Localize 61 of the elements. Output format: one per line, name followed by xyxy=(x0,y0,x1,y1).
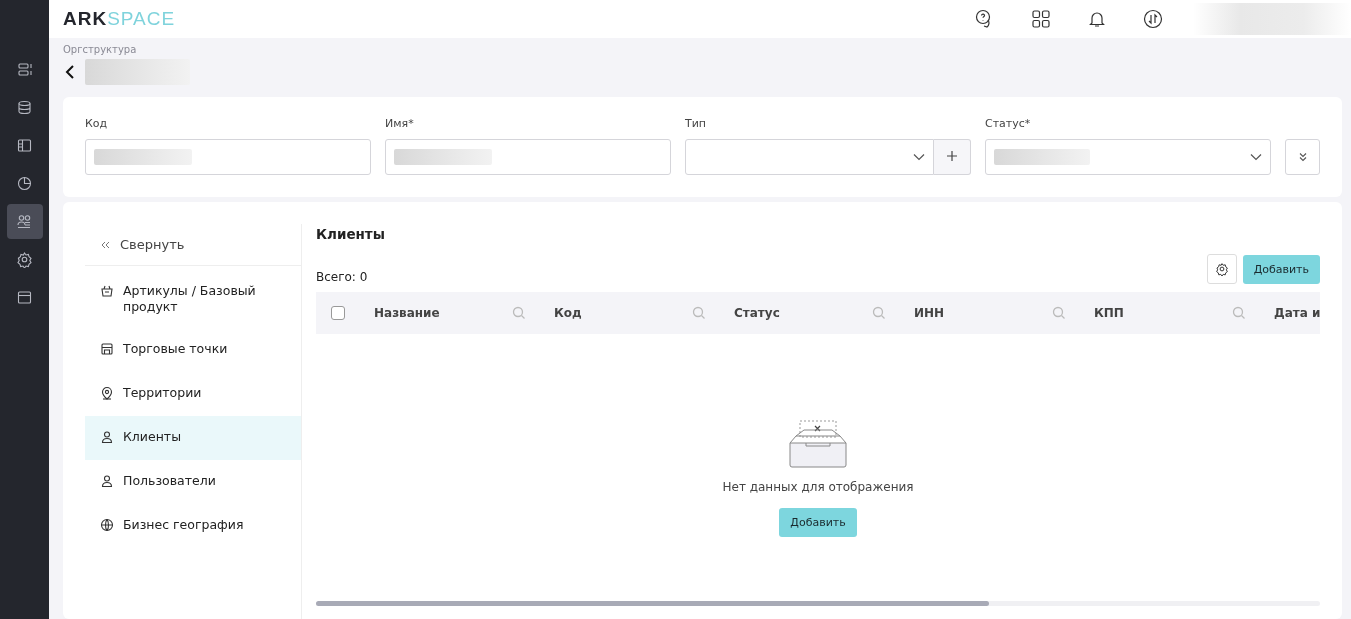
total-count: Всего: 0 xyxy=(316,270,368,284)
basket-icon xyxy=(100,284,114,298)
nav-item[interactable]: Клиенты xyxy=(85,416,301,460)
column-header[interactable]: ИНН xyxy=(914,306,945,320)
bell-icon[interactable] xyxy=(1088,10,1106,28)
nav-item[interactable]: Пользователи xyxy=(85,460,301,504)
add-type-button[interactable] xyxy=(934,139,971,175)
select-field[interactable] xyxy=(985,139,1271,175)
text-field[interactable] xyxy=(385,139,671,175)
nav-item[interactable]: Артикулы / Базовый продукт xyxy=(85,270,301,328)
sync-icon[interactable] xyxy=(1143,9,1163,29)
empty-message: Нет данных для отображения xyxy=(722,480,914,494)
apps-grid-icon[interactable] xyxy=(1032,10,1050,28)
section-title: Клиенты xyxy=(316,226,386,242)
person-icon xyxy=(100,474,114,488)
search-icon[interactable] xyxy=(1232,306,1246,320)
column-header[interactable]: Код xyxy=(554,306,582,320)
chevron-down-icon xyxy=(1250,153,1262,161)
plus-icon xyxy=(946,150,958,162)
select-field[interactable] xyxy=(685,139,934,175)
gear-icon xyxy=(16,251,33,268)
collapse-button[interactable]: Свернуть xyxy=(85,224,301,266)
field-label: Статус* xyxy=(985,117,1032,130)
calendar-icon xyxy=(16,289,33,306)
column-header[interactable]: Название xyxy=(374,306,440,320)
scrollbar-thumb[interactable] xyxy=(316,601,989,606)
person-icon xyxy=(100,430,114,444)
expand-button[interactable] xyxy=(1285,139,1320,175)
nav-item[interactable]: Территории xyxy=(85,372,301,416)
logo[interactable]: ARKSPACE xyxy=(63,8,176,30)
column-header[interactable]: Статус xyxy=(734,306,780,320)
search-icon[interactable] xyxy=(1052,306,1066,320)
nav-item[interactable]: Торговые точки xyxy=(85,328,301,372)
field-label: Имя* xyxy=(385,117,415,130)
column-header[interactable]: Дата и xyxy=(1274,306,1320,320)
search-icon[interactable] xyxy=(872,306,886,320)
text-field[interactable] xyxy=(85,139,371,175)
settings-button[interactable] xyxy=(1206,254,1237,284)
search-icon[interactable] xyxy=(512,306,526,320)
select-all-checkbox[interactable] xyxy=(331,306,345,320)
double-chevron-icon xyxy=(1297,152,1308,162)
rail-button[interactable] xyxy=(6,204,43,239)
database-icon xyxy=(16,99,33,116)
search-icon[interactable] xyxy=(692,306,706,320)
add-button[interactable]: Добавить xyxy=(1242,255,1320,284)
field-label: Код xyxy=(85,117,109,130)
pie-chart-icon xyxy=(16,175,33,192)
double-chevron-left-icon xyxy=(100,239,110,250)
empty-tray-drawing xyxy=(788,420,848,468)
pin-icon xyxy=(100,386,114,400)
globe-icon xyxy=(100,518,114,532)
chevron-down-icon xyxy=(913,153,925,161)
list-icon xyxy=(16,61,33,78)
settings-icon xyxy=(1214,262,1229,276)
layout-icon xyxy=(16,137,33,154)
add-button[interactable]: Добавить xyxy=(779,508,857,537)
field-label: Тип xyxy=(685,117,708,130)
people-icon xyxy=(16,213,33,230)
column-header[interactable]: КПП xyxy=(1094,306,1124,320)
nav-item[interactable]: Бизнес география xyxy=(85,504,301,548)
store-icon xyxy=(100,342,114,356)
